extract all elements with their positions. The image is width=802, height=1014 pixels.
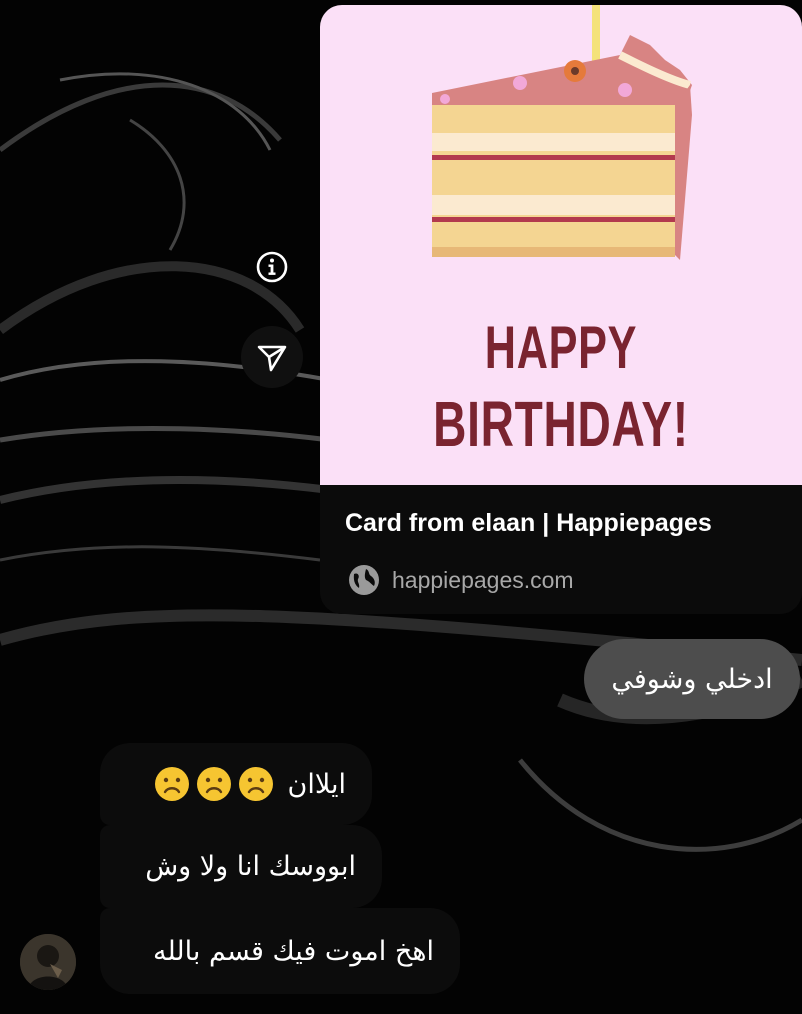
share-button[interactable] <box>241 326 303 388</box>
avatar-image <box>20 934 76 990</box>
message-text: ادخلي وشوفي <box>611 663 773 695</box>
frowning-face-icon <box>154 767 189 801</box>
incoming-message[interactable]: اهخ اموت فيك قسم بالله <box>100 908 460 994</box>
link-title[interactable]: Card from elaan | Happiepages <box>345 509 712 538</box>
card-headline-happy: HAPPY <box>484 314 638 381</box>
message-text: اهخ اموت فيك قسم بالله <box>153 935 434 967</box>
outgoing-message[interactable]: ادخلي وشوفي <box>584 639 800 719</box>
card-headline-birthday: BIRTHDAY! <box>433 388 689 460</box>
incoming-message[interactable]: ايلاان <box>100 743 372 825</box>
frowning-face-icon <box>196 767 231 801</box>
message-text: ابووسك انا ولا وش <box>145 851 356 882</box>
emoji-group <box>154 766 274 802</box>
link-domain: happiepages.com <box>392 567 574 593</box>
info-icon <box>256 251 288 283</box>
incoming-message[interactable]: ابووسك انا ولا وش <box>100 825 382 908</box>
birthday-card-preview[interactable]: HAPPY BIRTHDAY! <box>320 5 802 485</box>
send-icon <box>257 345 287 372</box>
frowning-face-icon <box>238 767 273 801</box>
shared-link-card[interactable]: HAPPY BIRTHDAY! Card from elaan | Happie… <box>320 5 802 614</box>
globe-icon <box>349 565 379 595</box>
message-text: ايلاان <box>287 768 346 800</box>
link-preview-info[interactable]: Card from elaan | Happiepages happiepage… <box>320 485 802 614</box>
info-button[interactable] <box>241 236 303 298</box>
sender-avatar[interactable] <box>20 934 76 990</box>
